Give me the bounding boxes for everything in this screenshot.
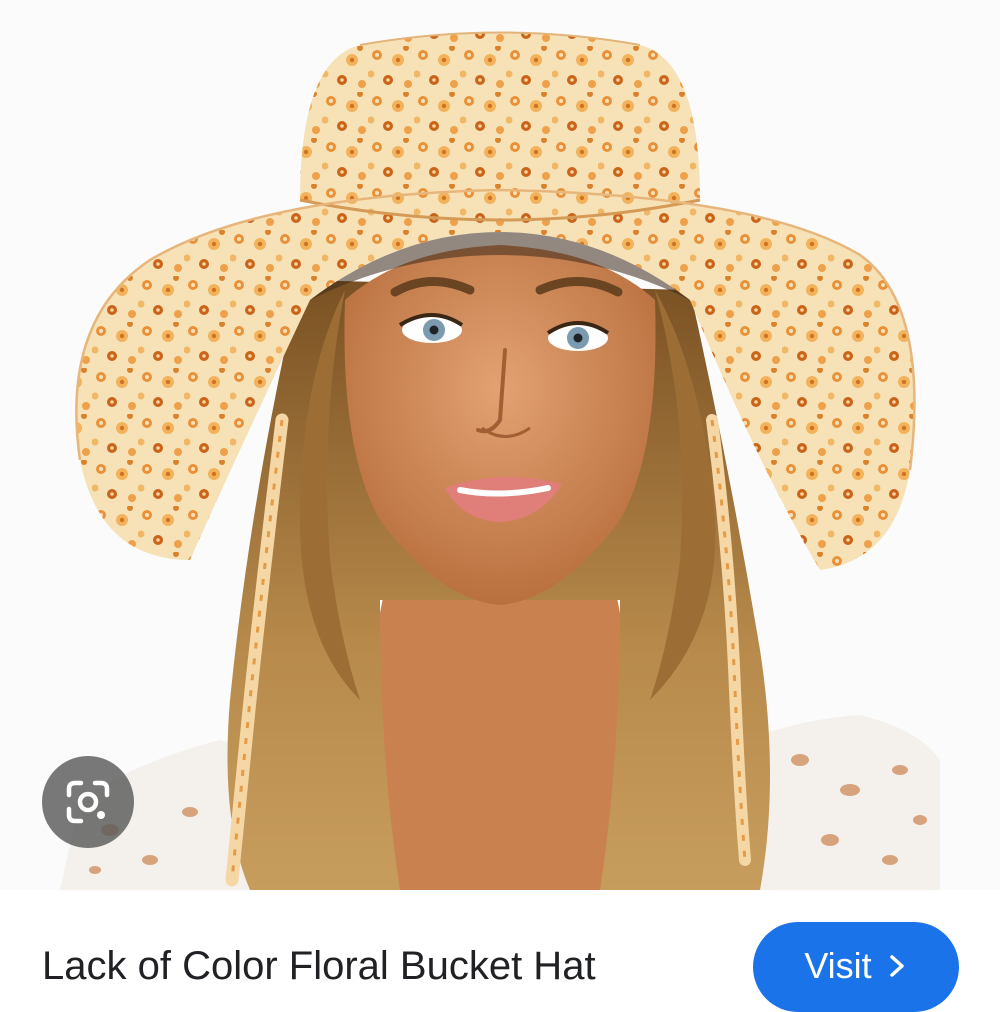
product-image[interactable] xyxy=(0,0,1000,890)
product-photo xyxy=(0,0,1000,890)
visit-button[interactable]: Visit xyxy=(753,922,959,1012)
google-lens-icon xyxy=(66,780,110,824)
visit-button-label: Visit xyxy=(804,945,872,986)
google-lens-button[interactable] xyxy=(42,756,134,848)
product-title[interactable]: Lack of Color Floral Bucket Hat xyxy=(42,940,596,992)
chevron-right-icon xyxy=(889,955,904,977)
